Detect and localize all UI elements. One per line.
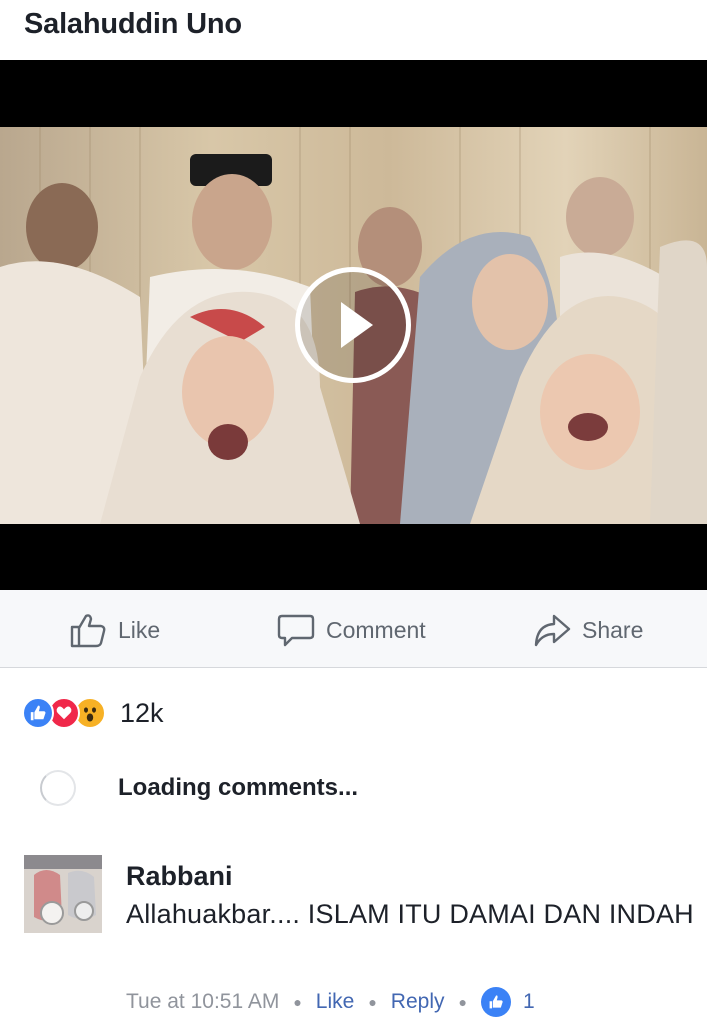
comment-like-count[interactable]: 1 [480, 987, 535, 1017]
comment-button[interactable]: Comment [276, 610, 426, 650]
share-button[interactable]: Share [532, 610, 643, 650]
comment-like-link[interactable]: Like [316, 990, 355, 1014]
comment-meta: Tue at 10:51 AM ● Like ● Reply ● 1 [126, 987, 535, 1017]
comment-like-count-value: 1 [522, 990, 535, 1013]
comment-reply-link[interactable]: Reply [391, 990, 445, 1014]
separator-dot: ● [368, 994, 377, 1010]
comment-body: Rabbani Allahuakbar.... ISLAM ITU DAMAI … [126, 861, 696, 934]
comment-button-label: Comment [326, 616, 426, 643]
separator-dot: ● [458, 994, 467, 1010]
play-icon[interactable] [295, 267, 411, 383]
loading-comments-text: Loading comments... [118, 774, 359, 801]
reactions-summary[interactable]: 12k [22, 693, 164, 733]
like-reaction-icon [22, 697, 54, 729]
post-header: Salahuddin Uno [0, 0, 707, 60]
post-author-name[interactable]: Salahuddin Uno [24, 8, 242, 41]
comment-timestamp: Tue at 10:51 AM [126, 990, 280, 1013]
loading-comments: Loading comments... [40, 768, 358, 808]
comment-icon [277, 614, 315, 647]
comment-text: Allahuakbar.... ISLAM ITU DAMAI DAN INDA… [126, 899, 694, 929]
video-player[interactable] [0, 60, 707, 590]
like-button[interactable]: Like [68, 610, 160, 650]
thumbs-up-icon [70, 614, 106, 648]
reactions-count: 12k [120, 697, 164, 728]
like-count-icon [480, 987, 511, 1017]
like-button-label: Like [118, 616, 161, 643]
share-arrow-icon [534, 614, 571, 647]
commenter-avatar[interactable] [24, 855, 102, 933]
separator-dot: ● [293, 994, 302, 1010]
comment-author-name[interactable]: Rabbani [126, 861, 696, 892]
avatar-image [24, 855, 102, 933]
post-actions-bar: Like Comment Share [0, 590, 707, 668]
loading-spinner-icon [40, 770, 76, 806]
share-button-label: Share [582, 616, 644, 643]
